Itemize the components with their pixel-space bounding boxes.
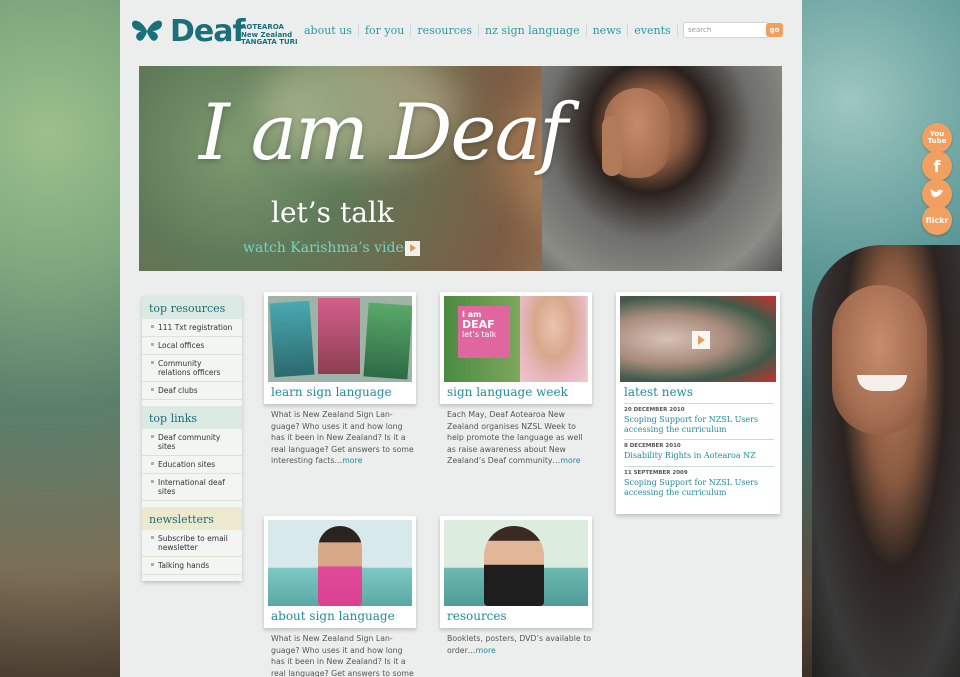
sidebar-heading-top-links: top links: [142, 406, 242, 429]
play-icon[interactable]: [692, 331, 710, 349]
more-link[interactable]: more: [476, 646, 496, 655]
brand-subtitle: AOTEAROA New Zealand TANGATA TURI: [241, 23, 298, 47]
news-item[interactable]: 11 SEPTEMBER 2009 Scoping Support for NZ…: [624, 466, 774, 497]
card-about-sign-language[interactable]: about sign language: [264, 516, 416, 628]
sidebar-item-subscribe[interactable]: Subscribe to email newsletter: [142, 530, 242, 557]
twitter-bird-icon: [930, 189, 944, 198]
person-face: [832, 285, 927, 435]
card-description: What is New Zealand Sign Lan- guage? Who…: [271, 409, 416, 467]
youtube-icon[interactable]: You Tube: [922, 123, 952, 153]
more-link[interactable]: more: [560, 456, 580, 465]
hero-person-photo: [542, 66, 782, 271]
facebook-icon[interactable]: f: [922, 151, 952, 181]
hero-title: I am Deaf: [199, 88, 568, 178]
sidebar-heading-top-resources: top resources: [142, 296, 242, 319]
brand-name[interactable]: Deaf: [170, 14, 246, 49]
nav-news[interactable]: news: [587, 24, 629, 37]
card-resources[interactable]: resources: [440, 516, 592, 628]
sidebar-item-talking-hands[interactable]: Talking hands: [142, 557, 242, 575]
sidebar-item-education[interactable]: Education sites: [142, 456, 242, 474]
news-item[interactable]: 8 DECEMBER 2010 Disability Rights in Aot…: [624, 439, 774, 461]
search-go-button[interactable]: go: [766, 23, 783, 37]
sidebar-item-deaf-clubs[interactable]: Deaf clubs: [142, 382, 242, 400]
more-link[interactable]: more: [342, 456, 362, 465]
latest-news-panel: latest news 20 DECEMBER 2010 Scoping Sup…: [616, 292, 780, 514]
card-description-text: Booklets, posters, DVD’s available to or…: [447, 634, 592, 655]
card-image-booklets: [268, 296, 412, 382]
left-background: [0, 0, 120, 677]
hero-person-hand: [602, 116, 622, 176]
card-description: Booklets, posters, DVD’s available to or…: [447, 633, 592, 656]
card-learn-sign-language[interactable]: learn sign language: [264, 292, 416, 404]
news-heading: latest news: [624, 385, 693, 399]
news-title-link[interactable]: Scoping Support for NZSL Users accessing…: [624, 413, 774, 434]
butterfly-logo-icon[interactable]: [130, 18, 164, 44]
sidebar-item-deaf-community[interactable]: Deaf community sites: [142, 429, 242, 456]
card-description: What is New Zealand Sign Lan- guage? Who…: [271, 633, 416, 677]
iamdeaf-badge: I am DEAF let’s talk: [458, 306, 510, 358]
page-container: Deaf AOTEAROA New Zealand TANGATA TURI a…: [120, 0, 802, 677]
card-description: Each May, Deaf Aotearoa New Zealand orga…: [447, 409, 587, 467]
main-nav: about us for you resources nz sign langu…: [298, 24, 731, 37]
news-date: 8 DECEMBER 2010: [624, 443, 681, 449]
card-title[interactable]: learn sign language: [271, 385, 392, 399]
sidebar-item-community-officers[interactable]: Community relations officers: [142, 355, 242, 382]
hero-subtitle: let’s talk: [271, 196, 394, 229]
booklet-image: [363, 302, 412, 380]
play-icon[interactable]: [405, 241, 420, 256]
girl-photo: [318, 526, 362, 606]
nav-events[interactable]: events: [628, 24, 678, 37]
badge-line: let’s talk: [462, 330, 497, 339]
sidebar-item-local-offices[interactable]: Local offices: [142, 337, 242, 355]
search-input[interactable]: search: [683, 22, 769, 38]
woman-photo: [484, 526, 544, 606]
badge-line: DEAF: [462, 318, 495, 331]
card-image-woman-thumbs-up: [444, 520, 588, 606]
news-title-link[interactable]: Disability Rights in Aotearoa NZ: [624, 449, 774, 461]
card-image-girl-peace-signs: [268, 520, 412, 606]
nav-nz-sign-language[interactable]: nz sign language: [479, 24, 587, 37]
hero-video-link[interactable]: watch Karishma’s video: [243, 240, 412, 256]
card-title[interactable]: resources: [447, 609, 507, 623]
card-description-text: What is New Zealand Sign Lan- guage? Who…: [271, 634, 414, 677]
nav-for-you[interactable]: for you: [359, 24, 412, 37]
nav-resources[interactable]: resources: [411, 24, 480, 37]
right-background-person-photo: [812, 245, 960, 677]
news-date: 11 SEPTEMBER 2009: [624, 470, 688, 476]
news-title-link[interactable]: Scoping Support for NZSL Users accessing…: [624, 476, 774, 497]
sidebar-item-111-txt[interactable]: 111 Txt registration: [142, 319, 242, 337]
sidebar: top resources 111 Txt registration Local…: [142, 296, 242, 581]
booklet-image: [318, 298, 360, 374]
card-sign-language-week[interactable]: I am DEAF let’s talk sign language week: [440, 292, 592, 404]
card-title[interactable]: about sign language: [271, 609, 395, 623]
brand-sub-line3: TANGATA TURI: [241, 38, 298, 46]
booklet-image: [269, 300, 315, 378]
girl-photo: [520, 296, 586, 382]
card-image-girl-badge: I am DEAF let’s talk: [444, 296, 588, 382]
news-video-thumbnail[interactable]: [620, 296, 776, 382]
flickr-icon[interactable]: flickr: [922, 205, 952, 235]
news-item[interactable]: 20 DECEMBER 2010 Scoping Support for NZS…: [624, 403, 774, 434]
card-title[interactable]: sign language week: [447, 385, 568, 399]
hero-banner[interactable]: I am Deaf let’s talk watch Karishma’s vi…: [139, 66, 782, 271]
nav-about-us[interactable]: about us: [298, 24, 359, 37]
news-date: 20 DECEMBER 2010: [624, 407, 685, 413]
sidebar-item-international[interactable]: International deaf sites: [142, 474, 242, 501]
sidebar-heading-newsletters: newsletters: [142, 507, 242, 530]
